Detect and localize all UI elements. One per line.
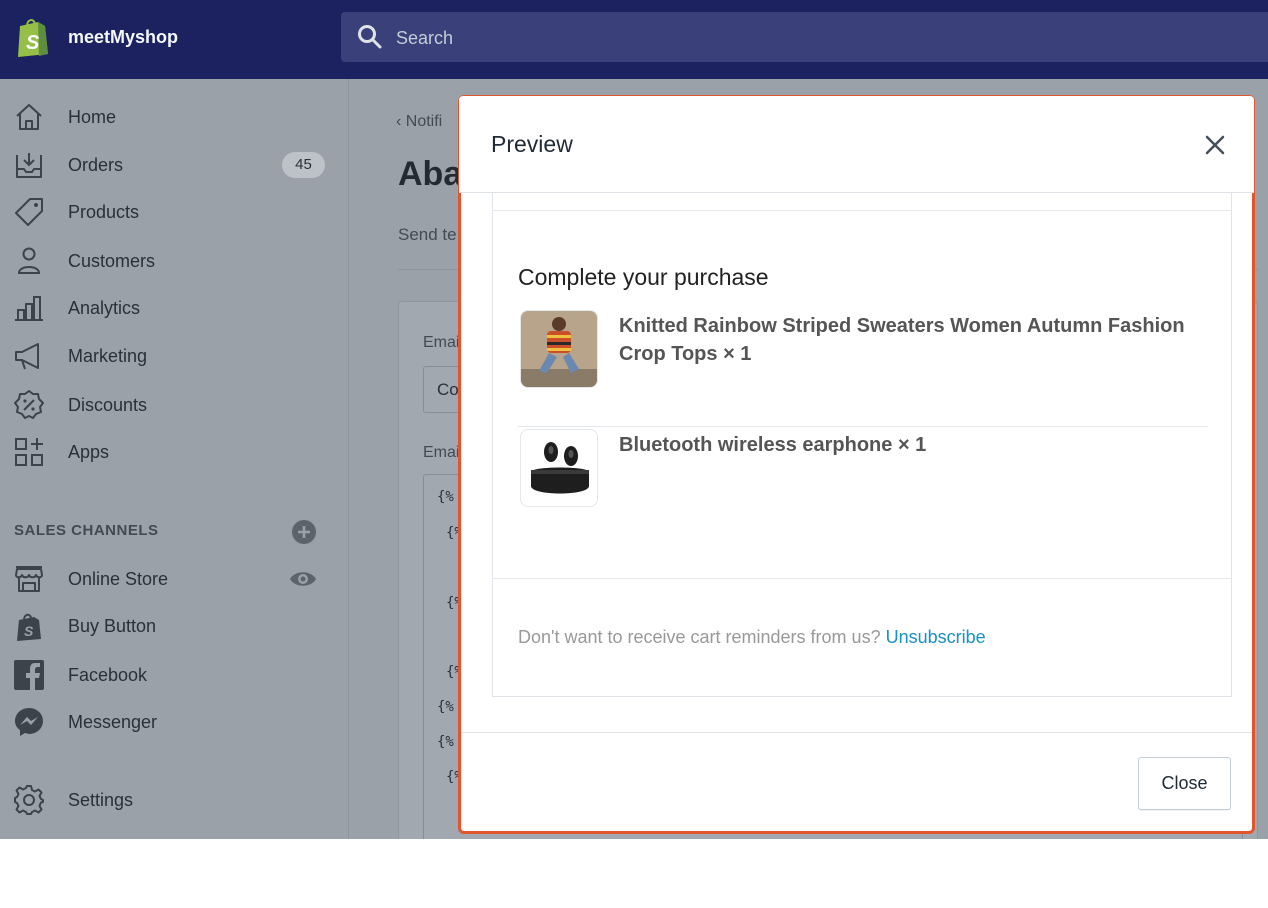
person-icon — [17, 247, 41, 274]
preview-modal: Preview Complete your purchase Knitted R… — [459, 96, 1254, 833]
chevron-left-icon: ‹ — [396, 113, 402, 130]
discount-icon — [14, 390, 44, 419]
email-body-label: Emai — [423, 444, 460, 461]
product-thumbnail-sweater — [520, 310, 598, 388]
email-subject-label: Emai — [423, 334, 460, 351]
modal-title: Preview — [491, 131, 573, 157]
orders-count-badge: 45 — [282, 152, 325, 178]
shopify-logo-icon[interactable]: S — [14, 14, 50, 58]
sidebar-item-label: Products — [68, 202, 140, 222]
code-line: {% — [437, 734, 454, 750]
sidebar-item-apps[interactable]: Apps — [0, 432, 349, 472]
email-subject-value: Co — [437, 380, 459, 399]
email-heading: Complete your purchase — [518, 264, 769, 290]
sidebar-item-label: Discounts — [68, 395, 148, 415]
sidebar-item-settings[interactable]: Settings — [0, 780, 349, 820]
search-input[interactable]: Search — [396, 28, 453, 49]
search-icon — [358, 25, 382, 49]
unsubscribe-link[interactable]: Unsubscribe — [886, 627, 986, 647]
sidebar-item-label: Home — [68, 107, 117, 127]
sidebar-item-label: Customers — [68, 251, 156, 271]
product-name: Knitted Rainbow Striped Sweaters Women A… — [619, 315, 1185, 365]
modal-body[interactable]: Complete your purchase Knitted Rainbow S… — [459, 193, 1254, 732]
shop-name[interactable]: meetMyshop — [68, 27, 178, 48]
top-bar: S meetMyshop Search — [0, 0, 1268, 79]
messenger-icon — [15, 708, 43, 736]
sidebar-item-buy-button[interactable]: S Buy Button — [0, 606, 349, 646]
modal-header: Preview — [459, 96, 1254, 193]
apps-icon — [15, 438, 43, 466]
gear-icon — [14, 785, 44, 815]
sidebar: Home Orders 45 Products Customers Analyt… — [0, 79, 349, 839]
sidebar-item-label: Online Store — [68, 569, 169, 589]
search-bar[interactable]: Search — [341, 12, 1268, 62]
sidebar-item-marketing[interactable]: Marketing — [0, 336, 349, 376]
megaphone-icon — [15, 343, 39, 370]
sidebar-item-home[interactable]: Home — [0, 97, 349, 137]
divider — [493, 210, 1231, 211]
product-thumbnail-earphone — [520, 429, 598, 507]
sidebar-item-label: Buy Button — [68, 616, 157, 636]
sidebar-item-customers[interactable]: Customers — [0, 241, 349, 281]
sales-channels-heading: SALES CHANNELS — [14, 522, 159, 539]
code-line: {% — [437, 489, 454, 505]
sidebar-item-label: Marketing — [68, 346, 148, 366]
tag-icon — [15, 198, 43, 226]
product-name: Bluetooth wireless earphone × 1 — [619, 434, 927, 456]
close-icon[interactable] — [1203, 133, 1227, 157]
home-icon — [16, 104, 42, 130]
sidebar-item-orders[interactable]: Orders 45 — [0, 145, 349, 185]
orders-icon — [16, 153, 42, 178]
sidebar-item-messenger[interactable]: Messenger — [0, 702, 349, 742]
app-window: S meetMyshop Search Home Orders 45 Produ… — [0, 0, 1268, 839]
close-button[interactable]: Close — [1138, 757, 1231, 810]
sidebar-item-analytics[interactable]: Analytics — [0, 288, 349, 328]
bar-chart-icon — [15, 296, 43, 321]
store-icon — [15, 566, 43, 592]
sidebar-item-label: Facebook — [68, 665, 148, 685]
sidebar-item-facebook[interactable]: Facebook — [0, 655, 349, 695]
earphone-photo-icon — [521, 430, 597, 506]
sidebar-item-online-store[interactable]: Online Store — [0, 559, 349, 599]
breadcrumb[interactable]: ‹ Notifi — [396, 113, 442, 131]
shopify-bag-icon: S — [17, 613, 41, 641]
sidebar-item-discounts[interactable]: Discounts — [0, 385, 349, 425]
page-title: Aba — [398, 155, 463, 193]
page-description: Send te — [398, 225, 457, 244]
code-line: {% — [437, 699, 454, 715]
sidebar-item-label: Messenger — [68, 712, 158, 732]
eye-icon[interactable] — [289, 568, 317, 590]
modal-footer: Close — [459, 732, 1254, 833]
breadcrumb-label: Notifi — [405, 113, 443, 130]
sidebar-item-label: Analytics — [68, 298, 141, 318]
email-preview: Complete your purchase Knitted Rainbow S… — [492, 193, 1232, 697]
sidebar-item-label: Settings — [68, 790, 134, 810]
divider — [518, 426, 1208, 427]
sidebar-item-products[interactable]: Products — [0, 192, 349, 232]
sidebar-item-label: Apps — [68, 442, 110, 462]
divider — [493, 578, 1231, 579]
svg-text:S: S — [26, 32, 40, 54]
facebook-icon — [14, 660, 44, 690]
svg-text:S: S — [24, 623, 34, 639]
footer-text: Don't want to receive cart reminders fro… — [518, 627, 881, 647]
email-footer: Don't want to receive cart reminders fro… — [518, 627, 986, 648]
sidebar-item-label: Orders — [68, 155, 124, 175]
sweater-photo-icon — [521, 311, 597, 387]
add-sales-channel-icon[interactable] — [291, 519, 317, 545]
